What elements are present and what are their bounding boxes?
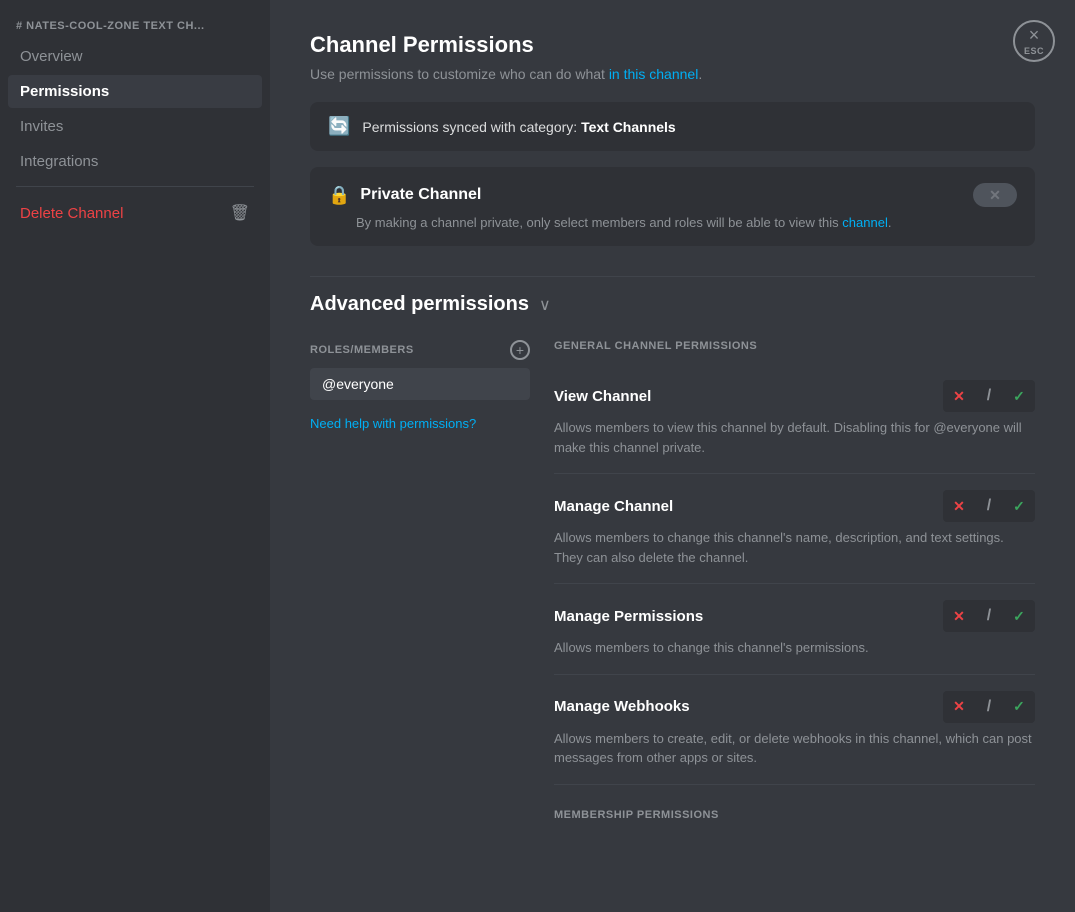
perm-manage-webhooks-toggles: ✕ / ✓	[943, 691, 1035, 723]
general-perms-label: GENERAL CHANNEL PERMISSIONS	[554, 340, 1035, 352]
page-subtitle: Use permissions to customize who can do …	[310, 66, 1035, 82]
chevron-down-icon: ∨	[539, 295, 551, 315]
role-item-everyone[interactable]: @everyone	[310, 368, 530, 400]
sidebar: # NATES-COOL-ZONE TEXT CH... Overview Pe…	[0, 0, 270, 912]
toggle-x-icon: ✕	[989, 187, 1001, 204]
roles-label: ROLES/MEMBERS	[310, 344, 414, 356]
perm-manage-channel: Manage Channel ✕ / ✓ Allows members to c…	[554, 474, 1035, 584]
perm-view-channel-deny[interactable]: ✕	[945, 382, 973, 410]
advanced-header[interactable]: Advanced permissions ∨	[310, 293, 1035, 316]
delete-channel-label: Delete Channel	[20, 205, 123, 222]
private-channel-title: Private Channel	[360, 186, 481, 204]
perm-manage-permissions-allow[interactable]: ✓	[1005, 602, 1033, 630]
role-item-everyone-label: @everyone	[322, 376, 394, 392]
membership-perms-label: MEMBERSHIP PERMISSIONS	[554, 809, 1035, 821]
sidebar-divider	[16, 186, 254, 187]
sidebar-item-permissions-label: Permissions	[20, 83, 109, 100]
perm-manage-permissions-deny[interactable]: ✕	[945, 602, 973, 630]
perm-manage-channel-name: Manage Channel	[554, 498, 673, 515]
perm-manage-channel-toggles: ✕ / ✓	[943, 490, 1035, 522]
sync-text-before: Permissions synced with category:	[362, 119, 581, 135]
sync-box: 🔄 Permissions synced with category: Text…	[310, 102, 1035, 151]
sync-text-bold: Text Channels	[581, 119, 676, 135]
sync-icon: 🔄	[328, 116, 350, 137]
perm-manage-webhooks-desc: Allows members to create, edit, or delet…	[554, 729, 1035, 768]
perm-view-channel-neutral[interactable]: /	[975, 382, 1003, 410]
add-role-button[interactable]: +	[510, 340, 530, 360]
page-title: Channel Permissions	[310, 32, 1035, 58]
perm-manage-channel-allow[interactable]: ✓	[1005, 492, 1033, 520]
perm-manage-channel-neutral[interactable]: /	[975, 492, 1003, 520]
roles-header: ROLES/MEMBERS +	[310, 340, 530, 360]
private-channel-box: 🔒 Private Channel ✕ By making a channel …	[310, 167, 1035, 246]
sidebar-item-overview[interactable]: Overview	[8, 40, 262, 73]
sidebar-item-delete-channel[interactable]: Delete Channel 🗑	[8, 195, 262, 231]
perm-view-channel-toggles: ✕ / ✓	[943, 380, 1035, 412]
trash-icon: 🗑	[230, 203, 250, 223]
private-channel-desc: By making a channel private, only select…	[328, 215, 1017, 230]
perm-manage-channel-deny[interactable]: ✕	[945, 492, 973, 520]
perm-manage-webhooks-deny[interactable]: ✕	[945, 693, 973, 721]
close-button[interactable]: × ESC	[1013, 20, 1055, 62]
perm-manage-channel-desc: Allows members to change this channel's …	[554, 528, 1035, 567]
perm-manage-webhooks-neutral[interactable]: /	[975, 693, 1003, 721]
perm-manage-permissions-name: Manage Permissions	[554, 608, 703, 625]
perm-view-channel-allow[interactable]: ✓	[1005, 382, 1033, 410]
perm-view-channel-header: View Channel ✕ / ✓	[554, 380, 1035, 412]
private-channel-toggle[interactable]: ✕	[973, 183, 1017, 207]
main-content: × ESC Channel Permissions Use permission…	[270, 0, 1075, 912]
sidebar-item-integrations-label: Integrations	[20, 153, 98, 170]
private-desc-link: channel	[842, 215, 888, 230]
sidebar-item-invites[interactable]: Invites	[8, 110, 262, 143]
private-box-header: 🔒 Private Channel ✕	[328, 183, 1017, 207]
perm-manage-permissions-neutral[interactable]: /	[975, 602, 1003, 630]
perm-view-channel: View Channel ✕ / ✓ Allows members to vie…	[554, 364, 1035, 474]
perm-view-channel-name: View Channel	[554, 388, 651, 405]
perm-manage-webhooks-allow[interactable]: ✓	[1005, 693, 1033, 721]
help-link[interactable]: Need help with permissions?	[310, 416, 530, 431]
subtitle-end: .	[698, 66, 702, 82]
roles-panel: ROLES/MEMBERS + @everyone Need help with…	[310, 340, 530, 833]
close-x-icon: ×	[1029, 26, 1040, 44]
subtitle-static: Use permissions to customize who can do …	[310, 66, 609, 82]
private-desc-start: By making a channel private, only select…	[356, 215, 842, 230]
advanced-layout: ROLES/MEMBERS + @everyone Need help with…	[310, 340, 1035, 833]
sidebar-item-integrations[interactable]: Integrations	[8, 145, 262, 178]
esc-label: ESC	[1024, 46, 1044, 56]
channel-label: # NATES-COOL-ZONE TEXT CH...	[8, 16, 262, 40]
perm-manage-permissions-header: Manage Permissions ✕ / ✓	[554, 600, 1035, 632]
perm-view-channel-desc: Allows members to view this channel by d…	[554, 418, 1035, 457]
permissions-panel: GENERAL CHANNEL PERMISSIONS View Channel…	[554, 340, 1035, 833]
perm-manage-webhooks-name: Manage Webhooks	[554, 698, 690, 715]
perm-manage-permissions: Manage Permissions ✕ / ✓ Allows members …	[554, 584, 1035, 675]
private-box-left: 🔒 Private Channel	[328, 185, 481, 206]
perm-manage-permissions-toggles: ✕ / ✓	[943, 600, 1035, 632]
sidebar-item-overview-label: Overview	[20, 48, 83, 65]
sidebar-item-permissions[interactable]: Permissions	[8, 75, 262, 108]
sync-text: Permissions synced with category: Text C…	[362, 119, 675, 135]
perm-manage-channel-header: Manage Channel ✕ / ✓	[554, 490, 1035, 522]
lock-icon: 🔒	[328, 185, 350, 206]
private-desc-end: .	[888, 215, 892, 230]
perm-manage-permissions-desc: Allows members to change this channel's …	[554, 638, 1035, 658]
section-divider	[310, 276, 1035, 277]
sidebar-item-invites-label: Invites	[20, 118, 63, 135]
perm-manage-webhooks-header: Manage Webhooks ✕ / ✓	[554, 691, 1035, 723]
perm-manage-webhooks: Manage Webhooks ✕ / ✓ Allows members to …	[554, 675, 1035, 785]
advanced-title: Advanced permissions	[310, 293, 529, 316]
subtitle-link: in this channel	[609, 66, 699, 82]
